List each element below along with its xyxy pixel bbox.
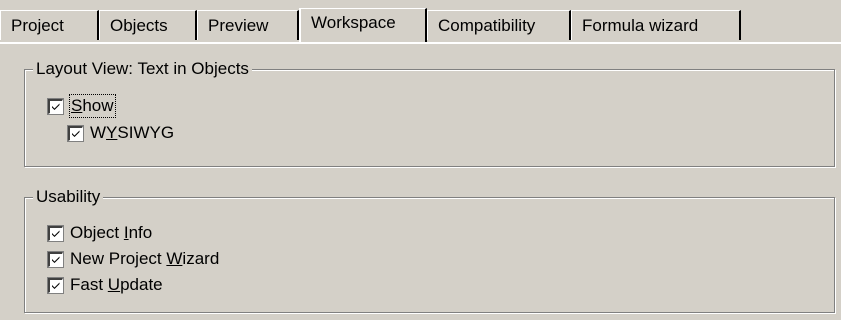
fast-update-checkbox[interactable] xyxy=(48,277,63,293)
fast-update-label: Fast Update xyxy=(70,275,163,294)
new-project-wizard-label: New Project Wizard xyxy=(70,249,220,268)
new-project-wizard-checkbox-row[interactable]: New Project Wizard xyxy=(48,247,219,271)
tab-preview[interactable]: Preview xyxy=(197,10,299,40)
new-project-wizard-checkbox[interactable] xyxy=(48,251,63,267)
tab-preview-label: Preview xyxy=(208,16,269,35)
tab-baseline xyxy=(0,42,841,44)
check-mark-icon xyxy=(52,230,60,237)
options-dialog-page: Project Objects Preview Workspace Compat… xyxy=(0,0,841,320)
show-label: Show xyxy=(69,94,116,118)
layout-view-group-title: Layout View: Text in Objects xyxy=(33,58,252,80)
tab-strip: Project Objects Preview Workspace Compat… xyxy=(0,8,841,42)
wysiwyg-checkbox-row[interactable]: WYSIWYG xyxy=(68,121,174,145)
show-checkbox-row[interactable]: Show xyxy=(48,94,116,118)
check-mark-icon xyxy=(52,103,60,110)
object-info-checkbox[interactable] xyxy=(48,225,63,241)
check-mark-icon xyxy=(52,256,60,263)
fast-update-checkbox-row[interactable]: Fast Update xyxy=(48,273,163,297)
object-info-checkbox-row[interactable]: Object Info xyxy=(48,221,152,245)
check-mark-icon xyxy=(72,130,80,137)
show-checkbox[interactable] xyxy=(48,98,63,114)
usability-group-title: Usability xyxy=(33,186,104,208)
tab-project[interactable]: Project xyxy=(0,10,99,40)
layout-view-group: Layout View: Text in Objects Show WYSIWY… xyxy=(24,58,835,167)
tab-objects[interactable]: Objects xyxy=(99,10,197,40)
tab-formula-wizard[interactable]: Formula wizard xyxy=(571,10,741,40)
tab-formula-wizard-label: Formula wizard xyxy=(582,16,699,35)
wysiwyg-label: WYSIWYG xyxy=(90,123,175,142)
tab-compatibility-label: Compatibility xyxy=(438,16,536,35)
usability-group: Usability Object Info New Project Wizard xyxy=(24,186,835,313)
tab-project-label: Project xyxy=(11,16,64,35)
object-info-label: Object Info xyxy=(70,223,153,242)
check-mark-icon xyxy=(52,282,60,289)
wysiwyg-checkbox[interactable] xyxy=(68,125,83,141)
tab-workspace[interactable]: Workspace xyxy=(299,8,427,42)
tab-objects-label: Objects xyxy=(110,16,168,35)
tab-compatibility[interactable]: Compatibility xyxy=(427,10,571,40)
tab-workspace-label: Workspace xyxy=(311,13,396,32)
